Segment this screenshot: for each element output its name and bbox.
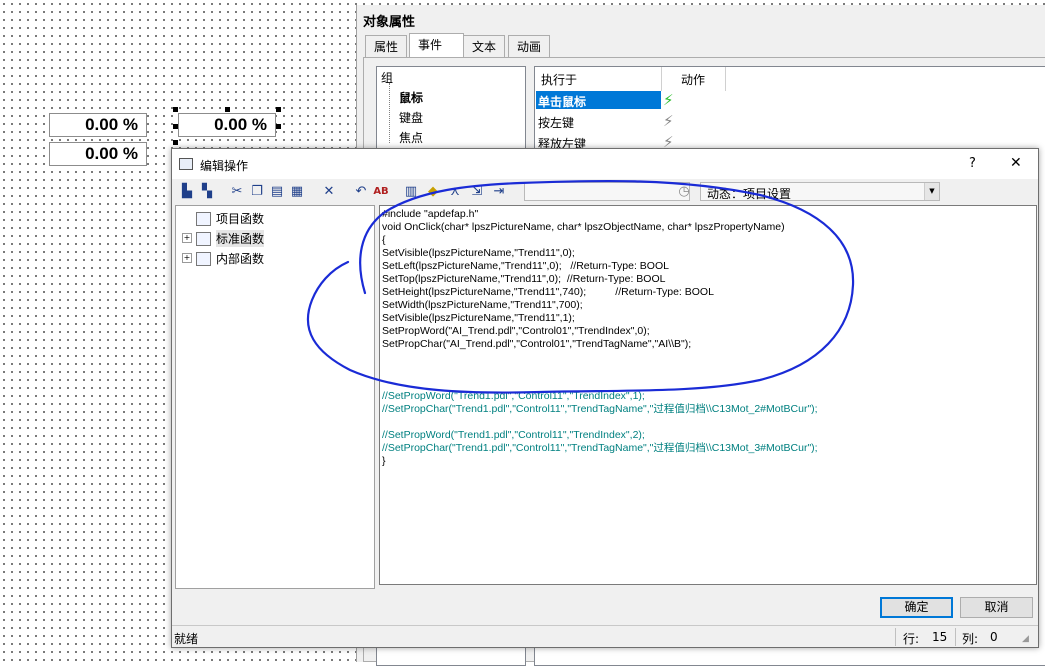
annotation-circle (306, 179, 855, 394)
